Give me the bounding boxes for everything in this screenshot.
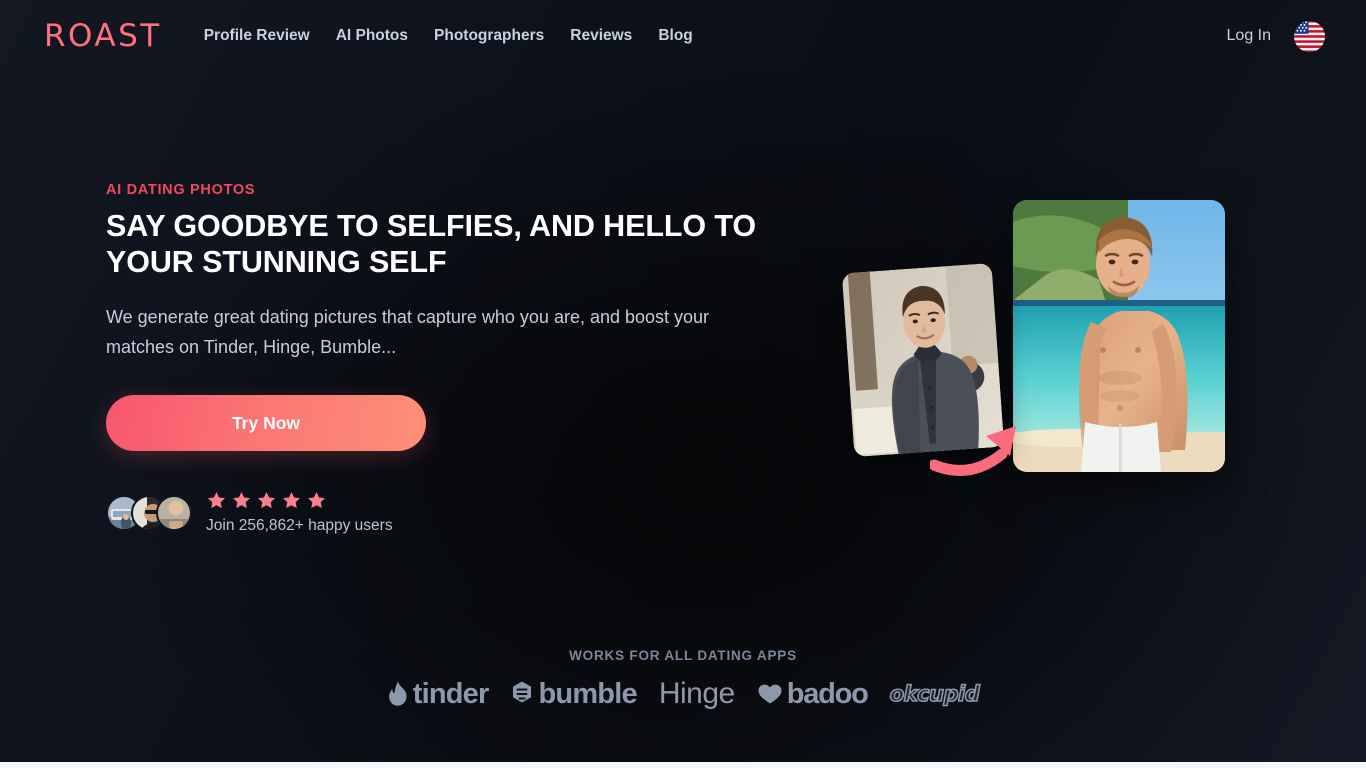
primary-navigation: Profile Review AI Photos Photographers R…: [204, 27, 693, 45]
brand-logo-row: tinder bumble Hinge badoo okcupid: [0, 679, 1366, 709]
brand-name-okcupid: okcupid: [889, 681, 981, 706]
brand-bumble: bumble: [510, 677, 638, 710]
nav-link-ai-photos[interactable]: AI Photos: [336, 27, 408, 45]
brand-name-bumble: bumble: [538, 677, 637, 710]
tinder-flame-icon: [388, 681, 407, 706]
brand-name-tinder: tinder: [412, 677, 490, 710]
roast-logo[interactable]: ROAST: [44, 20, 162, 52]
bumble-hexagon-icon: [513, 681, 532, 703]
star-icon: [283, 492, 300, 509]
page-title: SAY GOODBYE TO SELFIES, AND HELLO TO YOU…: [106, 209, 757, 280]
avatar: [156, 494, 192, 531]
header-actions: Log In: [1227, 19, 1326, 53]
nav-link-reviews[interactable]: Reviews: [570, 27, 632, 45]
brand-badoo: badoo: [757, 677, 869, 710]
badoo-heart-icon: [758, 684, 782, 704]
avatar-stack: [106, 494, 192, 531]
brand-tinder: tinder: [387, 677, 490, 710]
social-proof: Join 256,862+ happy users: [106, 490, 786, 536]
hero-content: AI DATING PHOTOS SAY GOODBYE TO SELFIES,…: [106, 182, 786, 536]
star-icon: [233, 492, 250, 509]
brand-okcupid: okcupid: [889, 681, 981, 706]
brand-name-badoo: badoo: [786, 677, 869, 710]
page-bottom-edge: [0, 762, 1366, 768]
brand-name-hinge: Hinge: [658, 677, 735, 710]
brand-hinge: Hinge: [659, 679, 735, 709]
nav-link-blog[interactable]: Blog: [658, 27, 692, 45]
star-icon: [208, 492, 225, 509]
landing-page: ROAST Profile Review AI Photos Photograp…: [0, 0, 1366, 768]
happy-users-count: Join 256,862+ happy users: [206, 517, 393, 535]
log-in-button[interactable]: Log In: [1227, 27, 1271, 45]
star-rating: [206, 490, 393, 511]
star-icon: [258, 492, 275, 509]
curved-arrow-icon: [930, 426, 1016, 476]
star-icon: [308, 492, 325, 509]
hero-eyebrow: AI DATING PHOTOS: [106, 182, 256, 198]
nav-link-photographers[interactable]: Photographers: [434, 27, 544, 45]
us-flag-icon[interactable]: [1293, 19, 1326, 53]
site-header: ROAST Profile Review AI Photos Photograp…: [0, 0, 1366, 72]
nav-link-profile-review[interactable]: Profile Review: [204, 27, 310, 45]
brand-strip-label: WORKS FOR ALL DATING APPS: [569, 648, 797, 663]
try-now-button[interactable]: Try Now: [106, 395, 426, 452]
hero-subhead: We generate great dating pictures that c…: [106, 306, 710, 357]
hero-media: [840, 190, 1240, 480]
brand-strip: WORKS FOR ALL DATING APPS tinder bumble …: [0, 648, 1366, 709]
social-proof-text: Join 256,862+ happy users: [206, 490, 393, 536]
